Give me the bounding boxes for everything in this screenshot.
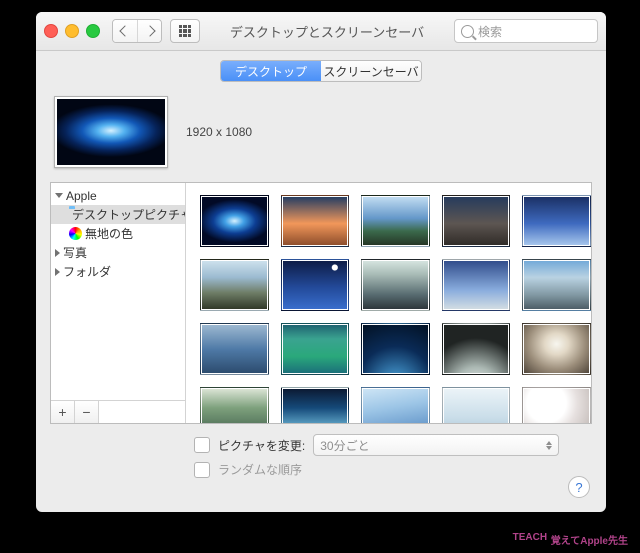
back-button[interactable]: [113, 20, 137, 42]
wallpaper-thumb[interactable]: [522, 323, 591, 375]
tree-label: 写真: [63, 244, 87, 261]
source-sidebar: Apple デスクトップピクチャ 無地の色 写真: [51, 183, 186, 423]
wallpaper-thumb[interactable]: [200, 195, 269, 247]
random-order-row: ランダムな順序: [194, 461, 592, 478]
forward-button[interactable]: [137, 20, 161, 42]
window-body: デスクトップ スクリーンセーバ 1920 x 1080 Apple: [36, 50, 606, 512]
close-button[interactable]: [44, 24, 58, 38]
tree-item-desktop-pictures[interactable]: デスクトップピクチャ: [51, 205, 185, 224]
preview-row: 1920 x 1080: [54, 96, 592, 168]
disclosure-right-icon: [55, 268, 60, 276]
colorwheel-icon: [69, 227, 82, 240]
content-split: Apple デスクトップピクチャ 無地の色 写真: [50, 182, 592, 424]
interval-select[interactable]: 30分ごと: [313, 434, 559, 456]
grid-icon: [179, 25, 191, 37]
wallpaper-thumb[interactable]: [522, 259, 591, 311]
select-arrows-icon: [546, 441, 552, 450]
show-all-button[interactable]: [170, 19, 200, 43]
wallpaper-thumb[interactable]: [522, 195, 591, 247]
wallpaper-thumb[interactable]: [361, 323, 430, 375]
stage: デスクトップとスクリーンセーバ 検索 デスクトップ スクリーンセーバ 1920 …: [0, 0, 640, 553]
resolution-label: 1920 x 1080: [186, 125, 252, 139]
search-icon: [461, 25, 474, 38]
options-panel: ピクチャを変更: 30分ごと ランダムな順序: [194, 434, 592, 478]
wallpaper-thumb[interactable]: [442, 323, 511, 375]
tree-item-apple[interactable]: Apple: [51, 186, 185, 205]
traffic-lights: [44, 24, 100, 38]
change-picture-row: ピクチャを変更: 30分ごと: [194, 434, 592, 456]
wallpaper-thumb[interactable]: [361, 195, 430, 247]
random-order-checkbox[interactable]: [194, 462, 210, 478]
wallpaper-thumb[interactable]: [442, 259, 511, 311]
nav-buttons: [112, 19, 162, 43]
wallpaper-thumb[interactable]: [281, 323, 350, 375]
random-order-label: ランダムな順序: [218, 461, 302, 478]
wallpaper-thumb[interactable]: [281, 387, 350, 423]
tree-item-photos[interactable]: 写真: [51, 243, 185, 262]
minimize-button[interactable]: [65, 24, 79, 38]
disclosure-down-icon: [55, 193, 63, 198]
tab-screensaver[interactable]: スクリーンセーバ: [321, 61, 421, 81]
tree-label: フォルダ: [63, 263, 111, 280]
titlebar: デスクトップとスクリーンセーバ 検索: [36, 12, 606, 51]
preview-image: [57, 99, 165, 165]
tree-label: デスクトップピクチャ: [72, 206, 185, 223]
wallpaper-thumb[interactable]: [522, 387, 591, 423]
wallpaper-thumb[interactable]: [281, 259, 350, 311]
wallpaper-thumb[interactable]: [442, 195, 511, 247]
search-placeholder: 検索: [478, 23, 502, 40]
tree-label: Apple: [66, 189, 97, 203]
watermark: TEACH 覚えてApple先生: [513, 532, 628, 547]
chevron-left-icon: [119, 25, 130, 36]
wallpaper-thumb[interactable]: [361, 259, 430, 311]
source-tree: Apple デスクトップピクチャ 無地の色 写真: [51, 183, 185, 400]
current-wallpaper-preview: [54, 96, 168, 168]
disclosure-right-icon: [55, 249, 60, 257]
wallpaper-thumb[interactable]: [200, 323, 269, 375]
change-picture-checkbox[interactable]: [194, 437, 210, 453]
wallpaper-thumb[interactable]: [442, 387, 511, 423]
remove-folder-button[interactable]: −: [75, 401, 99, 423]
wallpaper-gallery: [186, 183, 591, 423]
tab-bar: デスクトップ スクリーンセーバ: [50, 60, 592, 82]
change-picture-label: ピクチャを変更:: [218, 437, 305, 454]
tree-label: 無地の色: [85, 225, 133, 242]
preferences-window: デスクトップとスクリーンセーバ 検索 デスクトップ スクリーンセーバ 1920 …: [36, 12, 606, 512]
add-folder-button[interactable]: +: [51, 401, 75, 423]
search-field[interactable]: 検索: [454, 19, 598, 43]
zoom-button[interactable]: [86, 24, 100, 38]
tab-desktop[interactable]: デスクトップ: [221, 61, 321, 81]
help-button[interactable]: ?: [568, 476, 590, 498]
sidebar-footer: + −: [51, 400, 185, 423]
chevron-right-icon: [144, 25, 155, 36]
wallpaper-thumb[interactable]: [200, 259, 269, 311]
interval-value: 30分ごと: [320, 437, 369, 454]
wallpaper-thumb[interactable]: [281, 195, 350, 247]
tree-item-solid-colors[interactable]: 無地の色: [51, 224, 185, 243]
wallpaper-thumb[interactable]: [361, 387, 430, 423]
wallpaper-thumb[interactable]: [200, 387, 269, 423]
tree-item-folders[interactable]: フォルダ: [51, 262, 185, 281]
window-title: デスクトップとスクリーンセーバ: [208, 22, 446, 41]
